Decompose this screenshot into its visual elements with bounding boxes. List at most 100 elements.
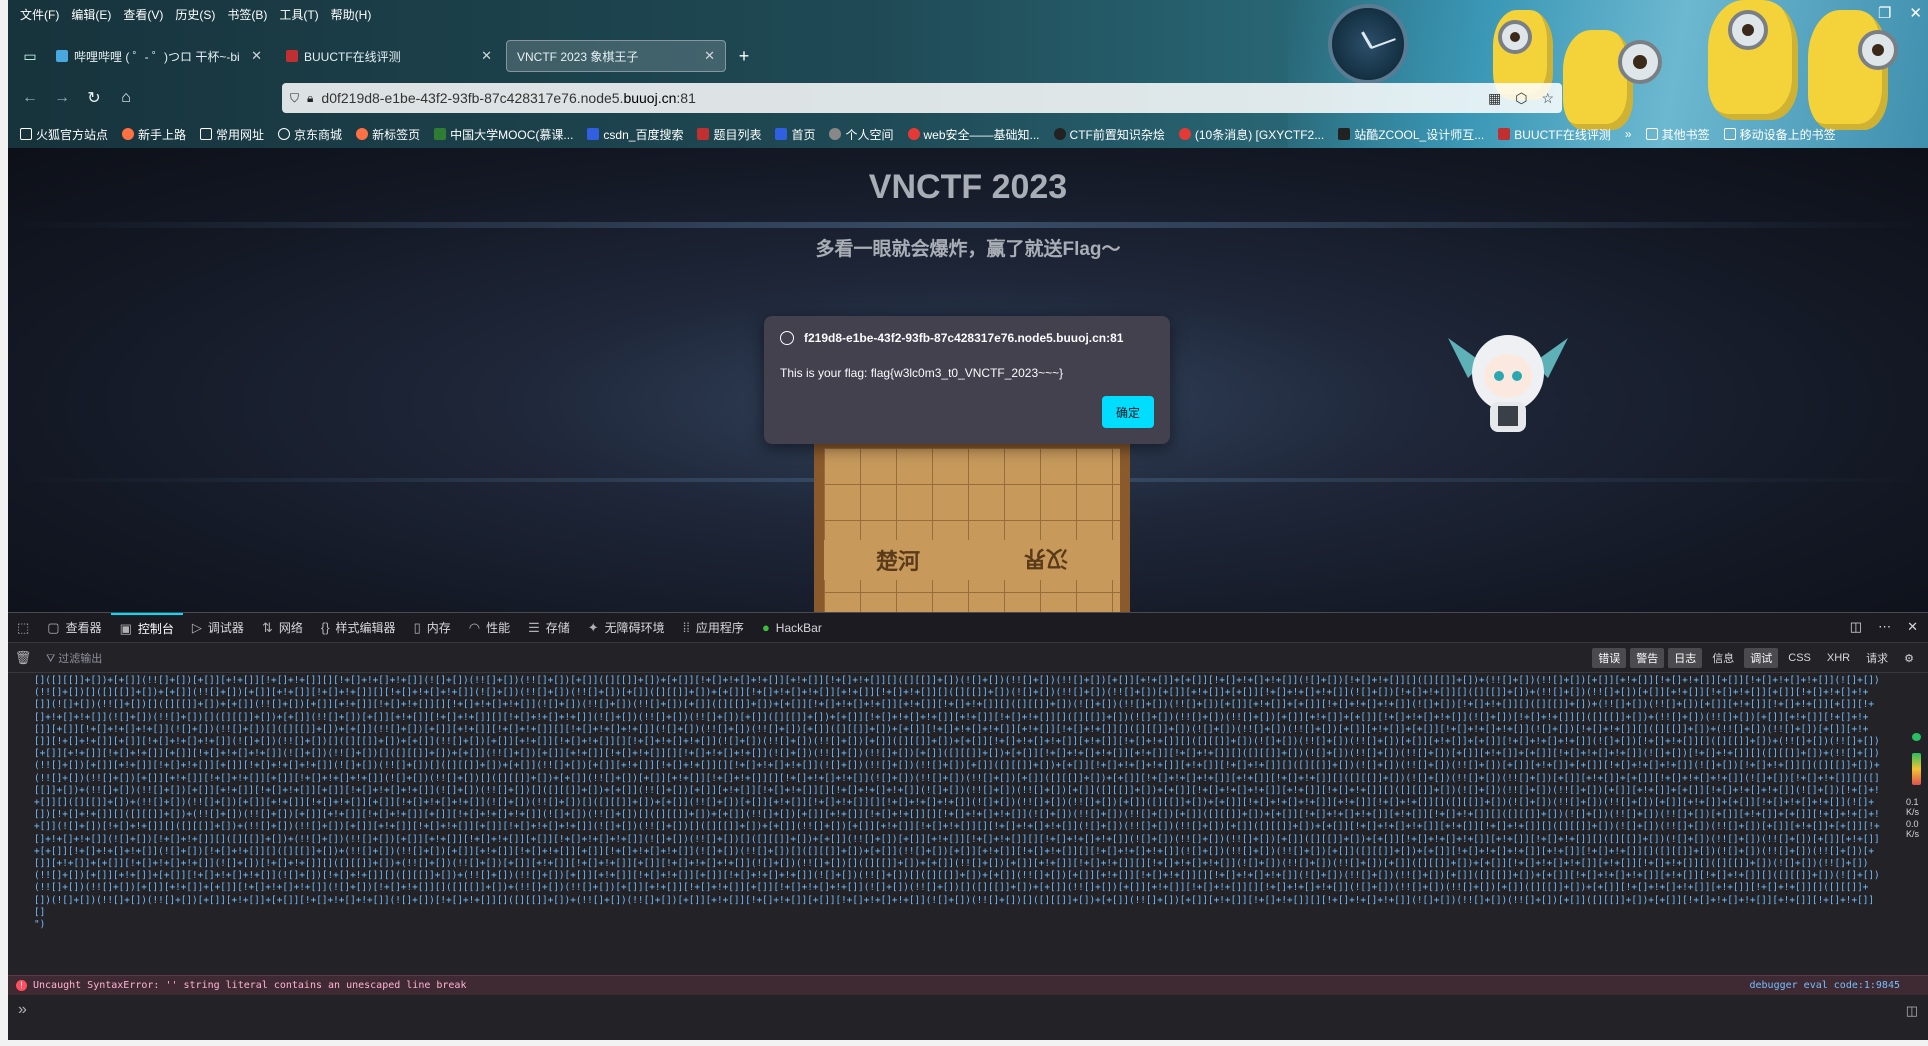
bookmark-item[interactable]: 火狐官方站点 <box>20 126 108 143</box>
tab-vnctf[interactable]: VNCTF 2023 象棋王子 ✕ <box>506 40 726 72</box>
mooc-icon <box>434 128 447 140</box>
board-grid <box>824 448 1120 612</box>
bookmark-item[interactable]: web安全——基础知... <box>907 126 1040 143</box>
tab-list-icon[interactable]: ▭ <box>14 40 46 72</box>
filter-input[interactable]: ⛛ 过滤输出 <box>46 650 102 666</box>
back-button[interactable]: ← <box>14 82 46 114</box>
screen: 文件(F) 编辑(E) 查看(V) 历史(S) 书签(B) 工具(T) 帮助(H… <box>0 0 1928 1046</box>
bookmarks-bar: 火狐官方站点 新手上路 常用网址 京东商城 新标签页 中国大学MOOC(慕课..… <box>20 124 1920 144</box>
extension-icon[interactable]: ⬡ <box>1515 90 1527 107</box>
console-error-row: ! Uncaught SyntaxError: '' string litera… <box>8 975 1928 995</box>
bookmark-item[interactable]: BUUCTF在线评测 <box>1498 126 1611 143</box>
home-site-icon <box>775 128 788 140</box>
bookmark-item[interactable]: 中国大学MOOC(慕课... <box>434 126 573 143</box>
close-tab-icon[interactable]: ✕ <box>251 48 262 64</box>
folder-icon <box>1645 128 1658 140</box>
filter-debug[interactable]: 调试 <box>1744 648 1779 668</box>
storage-icon: ☰ <box>528 619 540 635</box>
bookmarks-overflow-icon[interactable]: » <box>1625 127 1632 141</box>
tab-accessibility[interactable]: ✦ 无障碍环境 <box>579 613 674 643</box>
filter-xhr[interactable]: XHR <box>1821 650 1856 666</box>
bookmark-star-icon[interactable]: ☆ <box>1541 90 1554 107</box>
split-console-icon[interactable]: ◫ <box>1906 1003 1918 1019</box>
bookmark-item[interactable]: 新标签页 <box>356 126 420 143</box>
tab-inspector[interactable]: ▢ 查看器 <box>38 613 110 643</box>
bookmark-item[interactable]: CTF前置知识杂烩 <box>1053 126 1165 143</box>
lock-icon[interactable]: 🔒︎ <box>307 91 313 106</box>
tab-bilibili[interactable]: 哔哩哔哩 ( ゜- ゜)つロ 干杯~-bi ✕ <box>46 40 272 72</box>
filter-info[interactable]: 信息 <box>1706 648 1740 668</box>
filter-requests[interactable]: 请求 <box>1860 648 1894 668</box>
bookmark-item[interactable]: 京东商城 <box>278 126 342 143</box>
tab-network[interactable]: ⇅ 网络 <box>253 613 312 643</box>
upload-speed: 0.1 <box>1906 797 1919 807</box>
close-window-icon[interactable]: ✕ <box>1909 4 1922 22</box>
console-icon: ▣ <box>119 620 132 636</box>
page-subtitle: 多看一眼就会爆炸，赢了就送Flag～ <box>815 239 1121 260</box>
tab-application[interactable]: ⁞⁞ 应用程序 <box>674 613 753 643</box>
bookmark-item[interactable]: 站酷ZCOOL_设计师互... <box>1338 126 1484 143</box>
new-tab-button[interactable]: + <box>730 42 758 70</box>
board-river: 楚河 汉界 <box>824 540 1120 580</box>
tab-style-editor[interactable]: {} 样式编辑器 <box>312 613 405 643</box>
bookmark-item[interactable]: 题目列表 <box>697 126 761 143</box>
menu-help[interactable]: 帮助(H) <box>325 4 378 24</box>
bookmark-item[interactable]: 常用网址 <box>200 126 264 143</box>
bookmark-item[interactable]: 个人空间 <box>829 126 894 143</box>
bookmark-item[interactable]: (10条消息) [GXYCTF2... <box>1178 126 1324 143</box>
menu-file[interactable]: 文件(F) <box>14 4 65 24</box>
bookmark-folder-other[interactable]: 其他书签 <box>1645 126 1710 143</box>
bookmark-item[interactable]: csdn_百度搜索 <box>587 126 683 143</box>
filter-css[interactable]: CSS <box>1782 650 1817 666</box>
more-options-icon[interactable]: ⋯ <box>1878 619 1891 635</box>
tab-debugger[interactable]: ▷ 调试器 <box>183 613 253 643</box>
bookmark-folder-mobile[interactable]: 移动设备上的书签 <box>1723 126 1836 143</box>
zcool-icon <box>1338 128 1351 140</box>
tab-buuctf[interactable]: BUUCTF在线评测 ✕ <box>276 40 502 72</box>
download-speed: 0.0 <box>1906 819 1919 829</box>
tab-performance[interactable]: ◠ 性能 <box>460 613 519 643</box>
tracking-shield-icon[interactable]: ⛉ <box>290 91 299 106</box>
reload-button[interactable]: ↻ <box>78 82 110 114</box>
console-input-prompt[interactable]: » <box>18 1001 27 1019</box>
close-tab-icon[interactable]: ✕ <box>704 48 715 64</box>
close-devtools-icon[interactable]: ✕ <box>1907 619 1918 635</box>
menu-bookmarks[interactable]: 书签(B) <box>221 4 273 24</box>
tab-console[interactable]: ▣ 控制台 <box>110 612 183 643</box>
restore-icon[interactable]: ❐ <box>1878 4 1891 22</box>
debugger-icon: ▷ <box>191 619 202 635</box>
folder-icon <box>200 128 213 140</box>
menu-tools[interactable]: 工具(T) <box>273 4 324 24</box>
url-bar[interactable]: ⛉ 🔒︎ d0f219d8-e1be-43f2-93fb-87c428317e7… <box>282 83 1562 113</box>
qrcode-icon[interactable]: ▦ <box>1488 90 1501 107</box>
left-edge <box>0 0 8 1046</box>
tab-hackbar[interactable]: ● HackBar <box>753 613 831 643</box>
anime-mascot <box>1448 335 1568 432</box>
url-text: d0f219d8-e1be-43f2-93fb-87c428317e76.nod… <box>321 90 696 106</box>
dock-icon[interactable]: ◫ <box>1850 619 1862 635</box>
tab-storage[interactable]: ☰ 存储 <box>519 613 579 643</box>
github-icon <box>1053 128 1066 140</box>
river-right-label: 汉界 <box>1023 546 1068 571</box>
console-settings-icon[interactable]: ⚙ <box>1898 650 1920 667</box>
chess-board[interactable]: 楚河 汉界 <box>814 438 1130 612</box>
filter-logs[interactable]: 日志 <box>1668 648 1703 668</box>
pick-element-button[interactable]: ⬚ <box>8 613 38 643</box>
error-source-link[interactable]: debugger eval code:1:9845 <box>1749 980 1900 991</box>
tab-label: VNCTF 2023 象棋王子 <box>517 49 639 64</box>
menu-history[interactable]: 历史(S) <box>169 4 221 24</box>
dialog-origin: f219d8-e1be-43f2-93fb-87c428317e76.node5… <box>780 331 1123 345</box>
clear-console-icon[interactable]: 🗑︎ <box>8 650 38 666</box>
filter-errors[interactable]: 错误 <box>1592 648 1627 668</box>
menu-view[interactable]: 查看(V) <box>117 4 169 24</box>
bookmark-item[interactable]: 新手上路 <box>122 126 186 143</box>
minion-goggle <box>1728 10 1768 50</box>
tab-memory[interactable]: ▯ 内存 <box>405 613 460 643</box>
home-button[interactable]: ⌂ <box>110 82 142 114</box>
forward-button[interactable]: → <box>46 82 78 114</box>
filter-warnings[interactable]: 警告 <box>1630 648 1665 668</box>
menu-edit[interactable]: 编辑(E) <box>65 4 117 24</box>
ok-button[interactable]: 确定 <box>1102 396 1154 428</box>
bookmark-item[interactable]: 首页 <box>775 126 815 143</box>
close-tab-icon[interactable]: ✕ <box>481 48 492 64</box>
